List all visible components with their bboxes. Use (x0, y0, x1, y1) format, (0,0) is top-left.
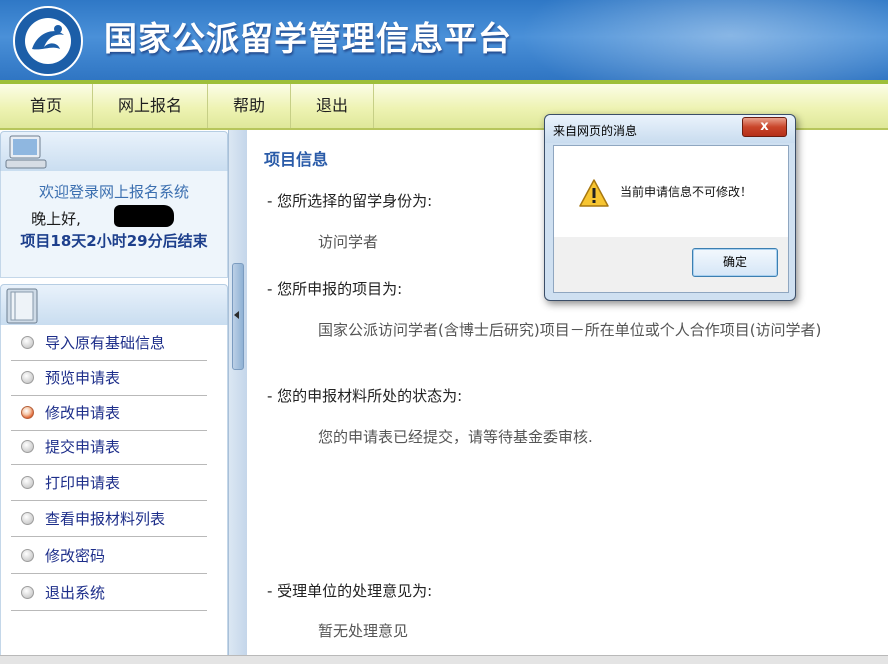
question-material-status: - 您的申报材料所处的状态为: (267, 387, 463, 405)
book-icon (6, 288, 38, 324)
csc-logo-icon (13, 6, 83, 76)
menu-preview-application[interactable]: 预览申请表 (11, 360, 207, 396)
radio-bullet-icon (21, 549, 34, 562)
computer-icon (5, 135, 47, 169)
radio-bullet-icon (21, 371, 34, 384)
menu-panel-header (0, 284, 228, 326)
section-title: 项目信息 (264, 150, 329, 169)
nav-home[interactable]: 首页 (0, 84, 93, 128)
dialog-message: 当前申请信息不可修改！ (620, 185, 753, 199)
menu-label: 查看申报材料列表 (45, 510, 166, 528)
dialog-message-area: 当前申请信息不可修改！ (554, 146, 788, 237)
redacted-username (114, 205, 174, 227)
ok-button[interactable]: 确定 (692, 248, 778, 277)
alert-dialog: 来自网页的消息 x 当前申请信息不可修改！ 确定 (544, 114, 796, 301)
menu-label: 退出系统 (45, 584, 106, 602)
menu-import-basic-info[interactable]: 导入原有基础信息 (11, 325, 207, 361)
radio-bullet-icon (21, 476, 34, 489)
nav-online-apply[interactable]: 网上报名 (93, 84, 208, 128)
menu-exit-system[interactable]: 退出系统 (11, 575, 207, 611)
close-button[interactable]: x (742, 117, 787, 137)
answer-material-status: 您的申请表已经提交，请等待基金委审核. (318, 428, 593, 446)
radio-bullet-icon (21, 440, 34, 453)
question-handling-opinion: - 受理单位的处理意见为: (267, 582, 433, 600)
answer-study-status: 访问学者 (318, 233, 379, 251)
radio-bullet-icon (21, 586, 34, 599)
answer-handling-opinion: 暂无处理意见 (318, 622, 409, 640)
menu-label: 预览申请表 (45, 369, 121, 387)
menu-edit-application[interactable]: 修改申请表 (11, 395, 207, 431)
question-program: - 您所申报的项目为: (267, 280, 403, 298)
menu-label: 修改申请表 (45, 404, 121, 422)
radio-bullet-icon (21, 336, 34, 349)
menu-submit-application[interactable]: 提交申请表 (11, 429, 207, 465)
menu-change-password[interactable]: 修改密码 (11, 538, 207, 574)
menu-label: 修改密码 (45, 547, 106, 565)
menu-print-application[interactable]: 打印申请表 (11, 465, 207, 501)
nav-help[interactable]: 帮助 (208, 84, 291, 128)
nav-logout[interactable]: 退出 (291, 84, 374, 128)
dialog-title: 来自网页的消息 (553, 124, 638, 138)
radio-bullet-active-icon (21, 406, 34, 419)
countdown-text: 项目18天2小时29分后结束 (20, 232, 208, 250)
question-study-status: - 您所选择的留学身份为: (267, 192, 433, 210)
sidebar-splitter[interactable] (228, 130, 248, 663)
radio-bullet-icon (21, 512, 34, 525)
collapse-arrow-icon[interactable] (234, 311, 239, 319)
menu-panel: 导入原有基础信息 预览申请表 修改申请表 提交申请表 打印申请表 查看申报材料列… (0, 325, 228, 663)
user-panel-header (0, 131, 228, 173)
answer-program: 国家公派访问学者(含博士后研究)项目－所在单位或个人合作项目(访问学者) (318, 321, 822, 339)
dialog-titlebar[interactable]: 来自网页的消息 x (545, 115, 795, 143)
menu-label: 导入原有基础信息 (45, 334, 166, 352)
menu-view-materials[interactable]: 查看申报材料列表 (11, 501, 207, 537)
welcome-text: 欢迎登录网上报名系统 (38, 183, 189, 201)
site-header: 国家公派留学管理信息平台 (0, 0, 888, 82)
site-title: 国家公派留学管理信息平台 (104, 19, 512, 58)
warning-icon (579, 179, 609, 207)
header-glow (520, 0, 888, 82)
menu-label: 提交申请表 (45, 438, 121, 456)
dialog-body: 当前申请信息不可修改！ 确定 (553, 145, 789, 293)
menu-label: 打印申请表 (45, 474, 121, 492)
